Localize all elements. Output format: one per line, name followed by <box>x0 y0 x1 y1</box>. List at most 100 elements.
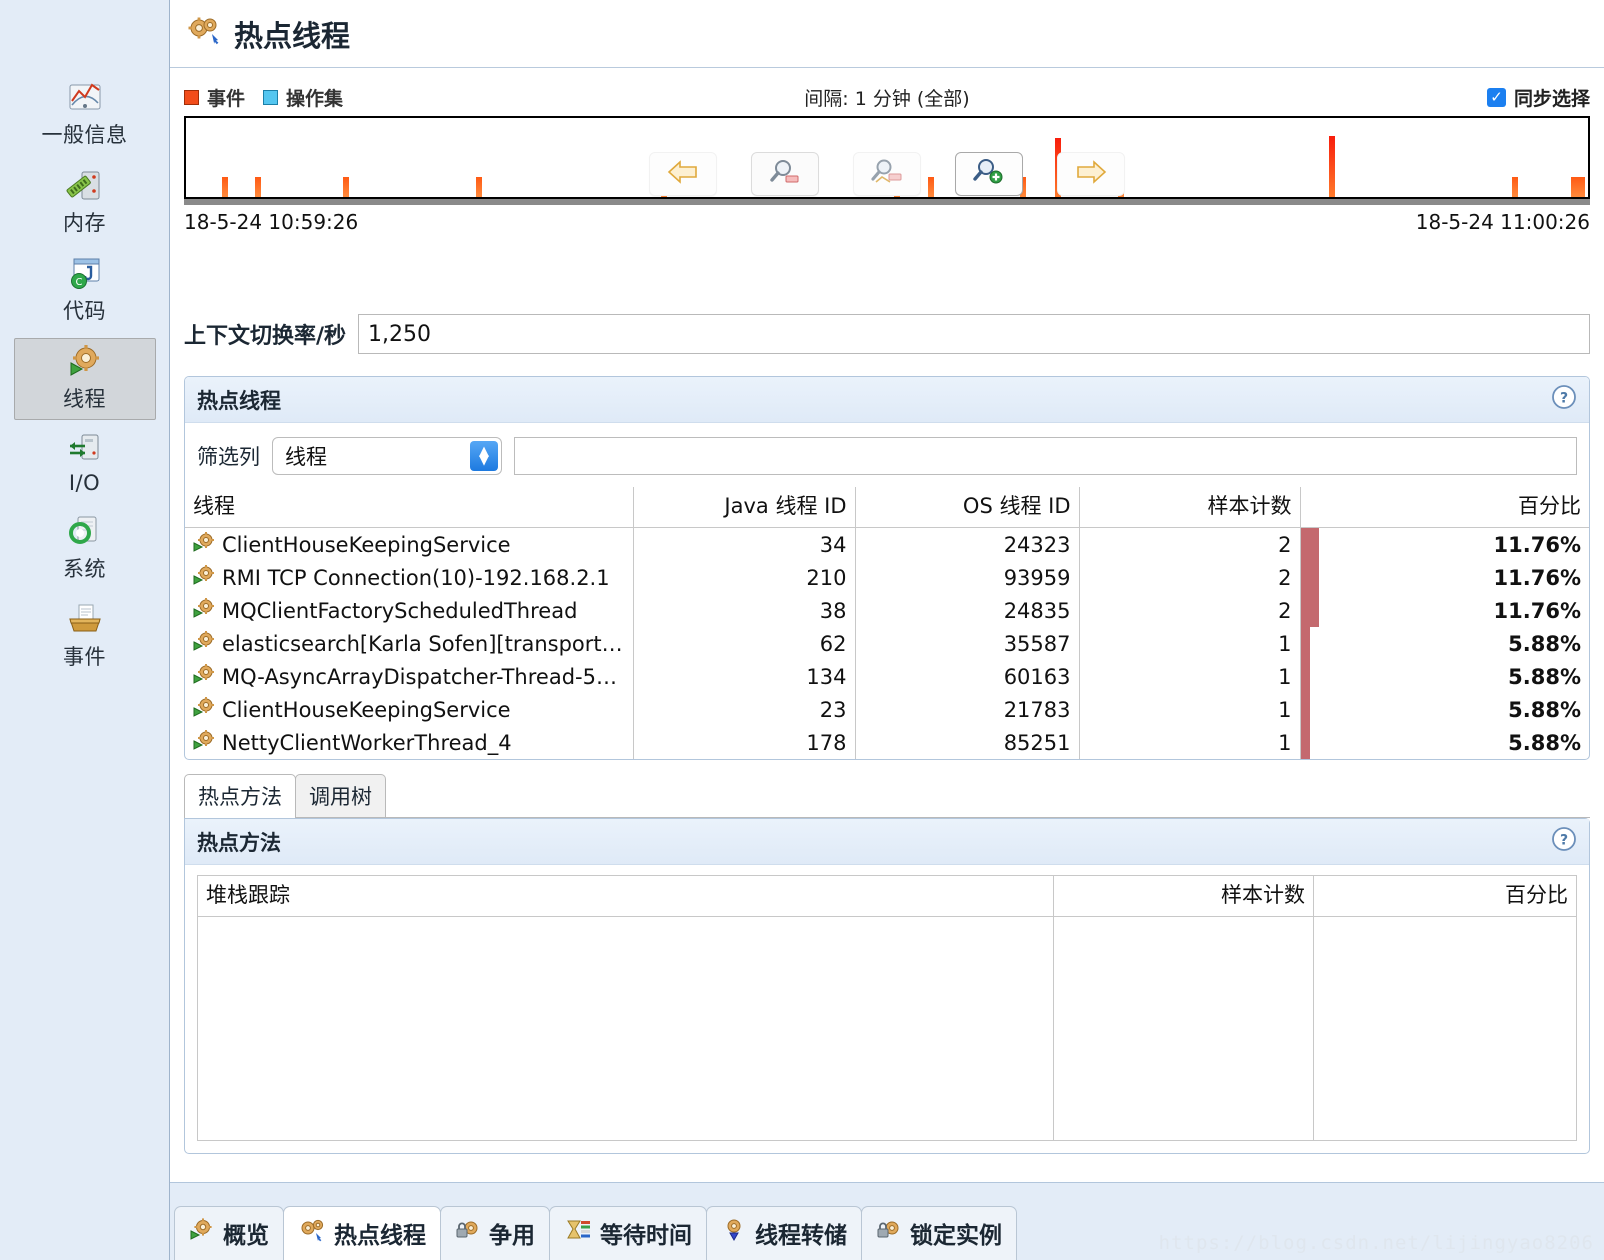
cell-thread: MQ-AsyncArrayDispatcher-Thread-5… <box>185 660 634 693</box>
cell-thread: ClientHouseKeepingService <box>185 693 634 726</box>
method-sub-tabs: 热点方法 调用树 <box>184 774 1590 818</box>
sync-selection-checkbox[interactable]: ✓ 同步选择 <box>1486 84 1590 111</box>
cell-sample-count: 1 <box>1079 726 1301 759</box>
col-percent[interactable]: 百分比 <box>1300 487 1589 528</box>
timeline-end-time: 18-5-24 11:00:26 <box>1415 210 1590 234</box>
pan-left-button[interactable] <box>649 152 717 196</box>
bottom-tab-3[interactable]: 争用 <box>440 1206 550 1260</box>
thread-running-icon <box>193 664 215 689</box>
col-percent[interactable]: 百分比 <box>1314 876 1576 916</box>
tab-call-tree[interactable]: 调用树 <box>295 774 386 818</box>
tab-hot-methods[interactable]: 热点方法 <box>184 774 296 818</box>
table-row[interactable]: MQ-AsyncArrayDispatcher-Thread-5… 134 6016… <box>185 660 1589 693</box>
hot-threads-panel: 热点线程 ? 筛选列 线程 ▲ ▼ 线程 Java 线程 ID OS 线程 ID… <box>184 376 1590 760</box>
timeline-axis <box>184 199 1590 205</box>
sidebar-item-label: 事件 <box>63 645 106 669</box>
sidebar-item-system[interactable]: 系统 <box>14 508 156 590</box>
zoom-in-button[interactable] <box>955 152 1023 196</box>
cell-sample-count: 2 <box>1079 527 1301 561</box>
help-circle-icon[interactable]: ? <box>1551 826 1577 857</box>
lock-gear-icon <box>455 1218 481 1248</box>
arrow-right-icon <box>1074 159 1108 190</box>
page-title: 热点线程 <box>234 18 351 53</box>
context-switch-value: 1,250 <box>358 314 1590 354</box>
sidebar-item-general[interactable]: 一般信息 <box>14 74 156 156</box>
io-transfer-icon <box>65 431 105 469</box>
bottom-tab-bar: 概览 热点线程 争用 等待时间 线程转储 锁定实例 https://blog.csdn.n… <box>170 1182 1604 1260</box>
bottom-tab-label: 线程转储 <box>755 1223 847 1249</box>
zoom-reset-button[interactable] <box>853 152 921 196</box>
thread-running-icon <box>193 730 215 755</box>
hot-methods-empty-body[interactable] <box>198 917 1576 1140</box>
hot-methods-panel: 热点方法 ? 堆栈跟踪 样本计数 百分比 <box>184 818 1590 1154</box>
lock-instance-icon <box>876 1218 902 1248</box>
zoom-out-button[interactable] <box>751 152 819 196</box>
thread-dump-icon <box>721 1218 747 1248</box>
cell-percent: 11.76% <box>1300 594 1589 627</box>
table-row[interactable]: NettyClientWorkerThread_4 178 85251 1 5.88% <box>185 726 1589 759</box>
bottom-tab-6[interactable]: 锁定实例 <box>861 1206 1017 1260</box>
col-sample-count[interactable]: 样本计数 <box>1079 487 1301 528</box>
watermark-text: https://blog.csdn.net/lijingyao8206 <box>1158 1232 1594 1254</box>
cell-thread: ClientHouseKeepingService <box>185 527 634 561</box>
sample-count-column <box>1054 917 1314 1140</box>
bottom-tab-4[interactable]: 等待时间 <box>549 1206 707 1260</box>
table-header-row: 线程 Java 线程 ID OS 线程 ID 样本计数 百分比 <box>185 487 1589 528</box>
magnifier-select-icon <box>870 158 904 191</box>
svg-text:?: ? <box>1560 391 1568 407</box>
sidebar-item-io[interactable]: I/O <box>14 426 156 502</box>
page-header: 热点线程 <box>170 0 1604 68</box>
table-row[interactable]: MQClientFactoryScheduledThread 38 24835 2 11… <box>185 594 1589 627</box>
hot-methods-body: 堆栈跟踪 样本计数 百分比 <box>185 865 1589 1153</box>
col-stack-trace[interactable]: 堆栈跟踪 <box>198 876 1054 916</box>
percent-value: 5.88% <box>1508 664 1581 689</box>
table-row[interactable]: elasticsearch[Karla Sofen][transport… 62 3… <box>185 627 1589 660</box>
memory-chip-icon <box>65 167 105 205</box>
cell-java-id: 210 <box>633 561 856 594</box>
table-row[interactable]: ClientHouseKeepingService 23 21783 1 5.88% <box>185 693 1589 726</box>
col-java-id[interactable]: Java 线程 ID <box>633 487 856 528</box>
sidebar-item-threads[interactable]: 线程 <box>13 338 156 420</box>
percent-column <box>1314 917 1576 1140</box>
bottom-tab-1[interactable]: 概览 <box>174 1206 284 1260</box>
context-switch-label: 上下文切换率/秒 <box>184 324 347 349</box>
sidebar-item-label: 系统 <box>63 557 106 581</box>
bottom-tabs: 概览 热点线程 争用 等待时间 线程转储 锁定实例 <box>170 1206 1017 1260</box>
percent-bar <box>1300 693 1310 726</box>
timeline-nav-buttons <box>184 152 1590 196</box>
timeline-chart-wrap: 18-5-24 10:59:26 18-5-24 11:00:26 <box>184 116 1590 234</box>
col-os-id[interactable]: OS 线程 ID <box>855 487 1080 528</box>
hot-threads-panel-title: 热点线程 <box>197 388 281 413</box>
percent-value: 5.88% <box>1508 631 1581 656</box>
cell-percent: 5.88% <box>1300 726 1589 759</box>
sidebar-item-code[interactable]: C 代码 <box>14 250 156 332</box>
arrow-left-icon <box>666 159 700 190</box>
cell-java-id: 62 <box>633 627 856 660</box>
cell-thread: RMI TCP Connection(10)-192.168.2.1 <box>185 561 634 594</box>
table-row[interactable]: RMI TCP Connection(10)-192.168.2.1 210 939… <box>185 561 1589 594</box>
col-thread[interactable]: 线程 <box>185 487 634 528</box>
thread-name: MQClientFactoryScheduledThread <box>222 598 578 623</box>
cell-thread: NettyClientWorkerThread_4 <box>185 726 634 759</box>
bottom-tab-5[interactable]: 线程转储 <box>706 1206 862 1260</box>
bottom-tab-label: 争用 <box>489 1223 535 1249</box>
filter-column-select[interactable]: 线程 ▲ ▼ <box>272 437 502 475</box>
help-circle-icon[interactable]: ? <box>1551 384 1577 415</box>
cell-sample-count: 1 <box>1079 693 1301 726</box>
sidebar-item-memory[interactable]: 内存 <box>14 162 156 244</box>
thread-running-icon <box>193 631 215 656</box>
sidebar-item-events[interactable]: 事件 <box>14 596 156 678</box>
filter-text-input[interactable] <box>514 437 1577 475</box>
cell-java-id: 134 <box>633 660 856 693</box>
thread-running-icon <box>193 598 215 623</box>
sidebar-item-label: 内存 <box>63 211 106 235</box>
table-row[interactable]: ClientHouseKeepingService 34 24323 2 11.76% <box>185 527 1589 561</box>
cell-os-id: 21783 <box>855 693 1080 726</box>
col-sample-count[interactable]: 样本计数 <box>1054 876 1314 916</box>
threads-gear-icon <box>186 14 222 53</box>
system-gauge-icon <box>65 513 105 551</box>
cell-os-id: 35587 <box>855 627 1080 660</box>
hot-methods-panel-header: 热点方法 ? <box>185 819 1589 865</box>
bottom-tab-2[interactable]: 热点线程 <box>283 1206 441 1260</box>
pan-right-button[interactable] <box>1057 152 1125 196</box>
